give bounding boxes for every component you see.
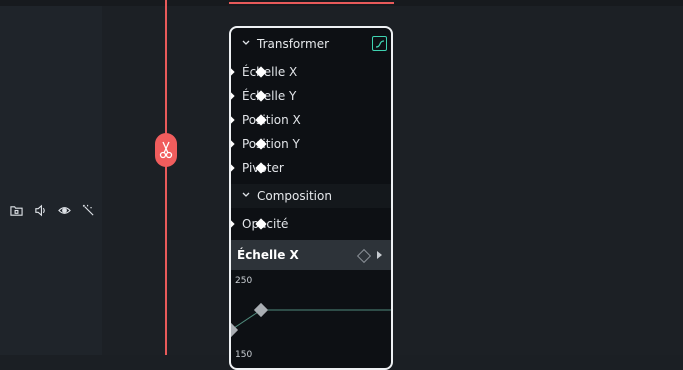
section-title: Transformer — [257, 37, 330, 51]
chevron-down-icon — [242, 192, 250, 197]
keyframe-diamond-icon — [231, 138, 235, 150]
property-row-opacite[interactable]: Opacité — [231, 212, 391, 236]
curve-toggle-button[interactable] — [372, 36, 387, 51]
scissors-icon — [159, 141, 173, 159]
property-row-position-x[interactable]: Position X — [231, 108, 391, 132]
track-header-panel — [0, 6, 102, 355]
keyframe-curve-graph[interactable]: 250 150 — [231, 270, 391, 368]
track-controls — [9, 203, 95, 217]
section-title: Composition — [257, 189, 332, 203]
property-row-position-y[interactable]: Position Y — [231, 132, 391, 156]
composition-section-header[interactable]: Composition — [231, 184, 391, 208]
playhead-line[interactable] — [165, 0, 167, 355]
keyframe-diamond-icon — [231, 66, 235, 78]
eye-icon[interactable] — [57, 203, 71, 217]
selected-property-label: Échelle X — [237, 248, 299, 262]
curve-keyframe-point[interactable] — [231, 322, 239, 338]
chevron-down-icon — [242, 40, 250, 45]
property-label: Échelle Y — [242, 89, 297, 103]
keyframe-panel: Transformer Échelle X Échelle Y Position… — [229, 26, 393, 370]
property-label: Échelle X — [242, 65, 298, 79]
keyframe-diamond-icon — [231, 90, 235, 102]
playhead-handle[interactable] — [155, 133, 177, 167]
folder-lock-icon[interactable] — [9, 203, 23, 217]
expand-triangle-icon[interactable] — [377, 251, 382, 259]
transform-section-header[interactable]: Transformer — [231, 32, 391, 56]
curve-svg — [231, 302, 391, 338]
keyframe-diamond-icon — [231, 114, 235, 126]
curve-keyframe-point[interactable] — [253, 302, 269, 318]
property-row-echelle-x[interactable]: Échelle X — [231, 60, 391, 84]
property-label: Position Y — [242, 137, 300, 151]
magic-wand-icon[interactable] — [81, 203, 95, 217]
speaker-icon[interactable] — [33, 203, 47, 217]
curve-icon — [375, 39, 384, 48]
property-row-pivoter[interactable]: Pivoter — [231, 156, 391, 180]
property-label: Position X — [242, 113, 301, 127]
add-keyframe-icon[interactable] — [356, 248, 372, 264]
keyframe-diamond-icon — [231, 218, 235, 230]
property-row-echelle-y[interactable]: Échelle Y — [231, 84, 391, 108]
keyframe-diamond-icon — [231, 162, 235, 174]
selected-clip-indicator — [229, 2, 394, 4]
curve-segment — [231, 309, 262, 331]
selected-property-row[interactable]: Échelle X — [231, 240, 391, 270]
